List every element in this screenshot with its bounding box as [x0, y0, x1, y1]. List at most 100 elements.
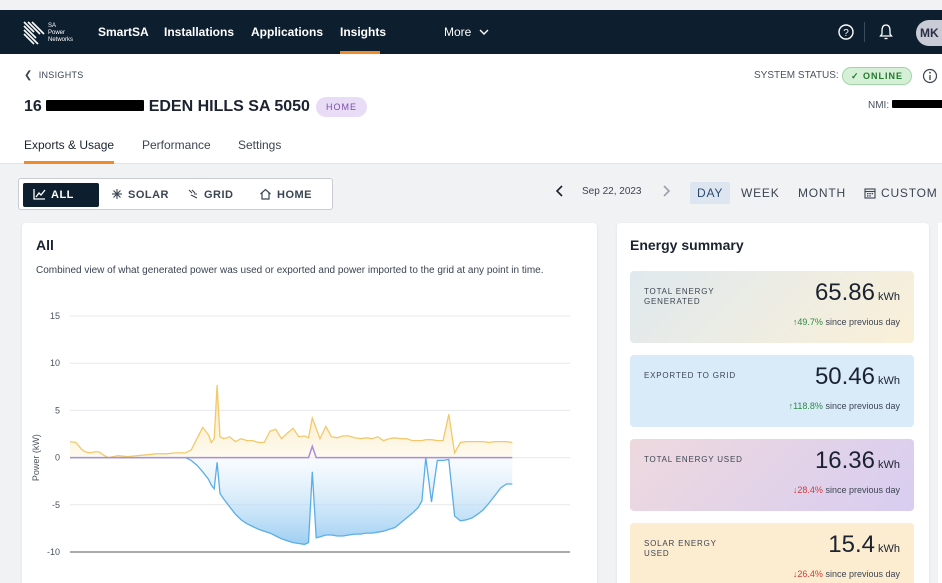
brand-line-2: Power: [48, 30, 65, 36]
tile-change: ↑118.8% since previous day: [789, 401, 900, 411]
tile-value: 15.4 kWh: [828, 531, 900, 559]
tile-change: ↓28.4% since previous day: [793, 485, 900, 495]
change-percent: 26.4%: [797, 569, 823, 579]
filter-all-label: ALL: [51, 189, 74, 201]
filter-home-label: HOME: [277, 189, 312, 201]
y-axis-label: Power (kW): [31, 434, 41, 481]
tile-value-number: 16.36: [814, 447, 875, 474]
site-type-badge: HOME: [316, 97, 367, 117]
exported-to-grid-tile: EXPORTED TO GRID 50.46 kWh ↑118.8% since …: [630, 355, 914, 427]
solar-panel-icon: [112, 189, 122, 200]
total-generated-tile: TOTAL ENERGY GENERATED 65.86 kWh ↑49.7% s…: [630, 271, 914, 343]
grid-power-icon: [188, 189, 198, 199]
period-custom-label: CUSTOM: [881, 186, 938, 200]
svg-text:?: ?: [843, 28, 849, 39]
address-number: 16: [24, 98, 42, 115]
nav-more-label: More: [444, 25, 472, 39]
help-icon[interactable]: ?: [836, 22, 856, 42]
sa-power-networks-logo[interactable]: SA Power Networks: [22, 18, 82, 46]
tile-unit: kWh: [878, 459, 900, 471]
status-badge: ✓ ONLINE: [842, 67, 913, 85]
brand-line-3: Networks: [48, 37, 73, 43]
tile-label: TOTAL ENERGY GENERATED: [644, 287, 715, 306]
filter-solar-button[interactable]: SOLAR: [111, 183, 169, 207]
tile-unit: kWh: [878, 543, 900, 555]
bell-icon[interactable]: [876, 22, 896, 42]
area-chart-icon: [33, 189, 46, 200]
home-icon: [260, 188, 271, 200]
breadcrumb-label: INSIGHTS: [38, 70, 84, 80]
current-date: Sep 22, 2023: [582, 186, 642, 197]
chevron-down-icon: [479, 29, 489, 35]
y-tick-label: 10: [50, 358, 60, 368]
period-day-button[interactable]: DAY: [690, 182, 731, 204]
filter-grid-label: GRID: [204, 189, 234, 201]
tab-performance[interactable]: Performance: [142, 138, 211, 164]
filter-all-button[interactable]: ALL: [23, 183, 99, 207]
tile-value-number: 65.86: [814, 279, 875, 306]
chart-card: All Combined view of what generated powe…: [22, 223, 597, 583]
nav-more-menu[interactable]: More: [444, 10, 489, 54]
change-since: since previous day: [825, 485, 900, 495]
nav-divider: [864, 22, 865, 42]
period-week-button[interactable]: WEEK: [741, 182, 780, 204]
change-since: since previous day: [825, 317, 900, 327]
view-filter-group: ALL SOLAR GRID HOME: [18, 178, 333, 210]
filter-home-button[interactable]: HOME: [259, 183, 312, 207]
period-custom-button[interactable]: CUSTOM: [864, 182, 938, 204]
change-percent: 49.7%: [797, 317, 823, 327]
total-used-tile: TOTAL ENERGY USED 16.36 kWh ↓28.4% since …: [630, 439, 914, 511]
y-tick-label: 0: [55, 453, 60, 463]
y-tick-label: 15: [50, 311, 60, 321]
status-badge-text: ONLINE: [863, 71, 904, 81]
energy-summary-title: Energy summary: [630, 237, 744, 253]
avatar[interactable]: MK: [916, 20, 942, 46]
top-nav: SA Power Networks SmartSA Installations …: [0, 10, 942, 54]
tile-change: ↓26.4% since previous day: [793, 569, 900, 579]
tile-label: TOTAL ENERGY USED: [644, 455, 743, 464]
nav-smartsa[interactable]: SmartSA: [98, 10, 149, 54]
tile-value: 65.86 kWh: [815, 279, 900, 307]
y-tick-label: -10: [47, 547, 60, 557]
info-icon[interactable]: [922, 68, 938, 84]
filter-grid-button[interactable]: GRID: [187, 183, 234, 207]
change-since: since previous day: [825, 401, 900, 411]
power-chart[interactable]: 15 10 5 0 -5 -10 Power (kW): [22, 223, 597, 583]
nmi-label: NMI:: [868, 100, 890, 111]
tile-value-number: 15.4: [828, 531, 875, 558]
tab-exports-usage[interactable]: Exports & Usage: [24, 138, 115, 164]
period-month-button[interactable]: MONTH: [798, 182, 846, 204]
next-card-edge: [938, 223, 942, 583]
nmi: NMI:: [868, 100, 942, 111]
next-date-chevron-icon[interactable]: [658, 181, 674, 201]
change-percent: 118.8%: [793, 401, 823, 411]
nav-insights[interactable]: Insights: [340, 10, 386, 54]
y-tick-label: -5: [52, 500, 60, 510]
redacted-nmi: [891, 100, 942, 109]
redacted-street: [46, 100, 145, 112]
calendar-icon: [864, 188, 876, 199]
address-suburb: EDEN HILLS SA 5050: [148, 98, 310, 115]
brand-line-1: SA: [48, 23, 56, 29]
tile-label: SOLAR ENERGY USED: [644, 539, 717, 558]
breadcrumb[interactable]: ❮ INSIGHTS: [24, 70, 84, 81]
energy-summary-card: Energy summary TOTAL ENERGY GENERATED 65…: [617, 223, 929, 583]
tile-change: ↑49.7% since previous day: [793, 317, 900, 327]
chevron-left-icon: ❮: [24, 70, 33, 81]
tile-value-number: 50.46: [814, 363, 875, 390]
logo-mark-icon: SA Power Networks: [23, 21, 73, 45]
change-percent: 28.4%: [797, 485, 823, 495]
solar-used-tile: SOLAR ENERGY USED 15.4 kWh ↓26.4% since p…: [630, 523, 914, 583]
tab-settings[interactable]: Settings: [238, 138, 281, 164]
prev-date-chevron-icon[interactable]: [552, 181, 568, 201]
change-since: since previous day: [825, 569, 900, 579]
nav-applications[interactable]: Applications: [251, 10, 323, 54]
y-tick-label: 5: [55, 405, 60, 415]
tile-unit: kWh: [878, 375, 900, 387]
nav-installations[interactable]: Installations: [164, 10, 234, 54]
generated-area: [70, 384, 513, 458]
tile-label: EXPORTED TO GRID: [644, 371, 736, 380]
tile-value: 50.46 kWh: [815, 363, 900, 391]
system-status-label: SYSTEM STATUS:: [754, 70, 839, 81]
exported-area: [70, 457, 513, 545]
